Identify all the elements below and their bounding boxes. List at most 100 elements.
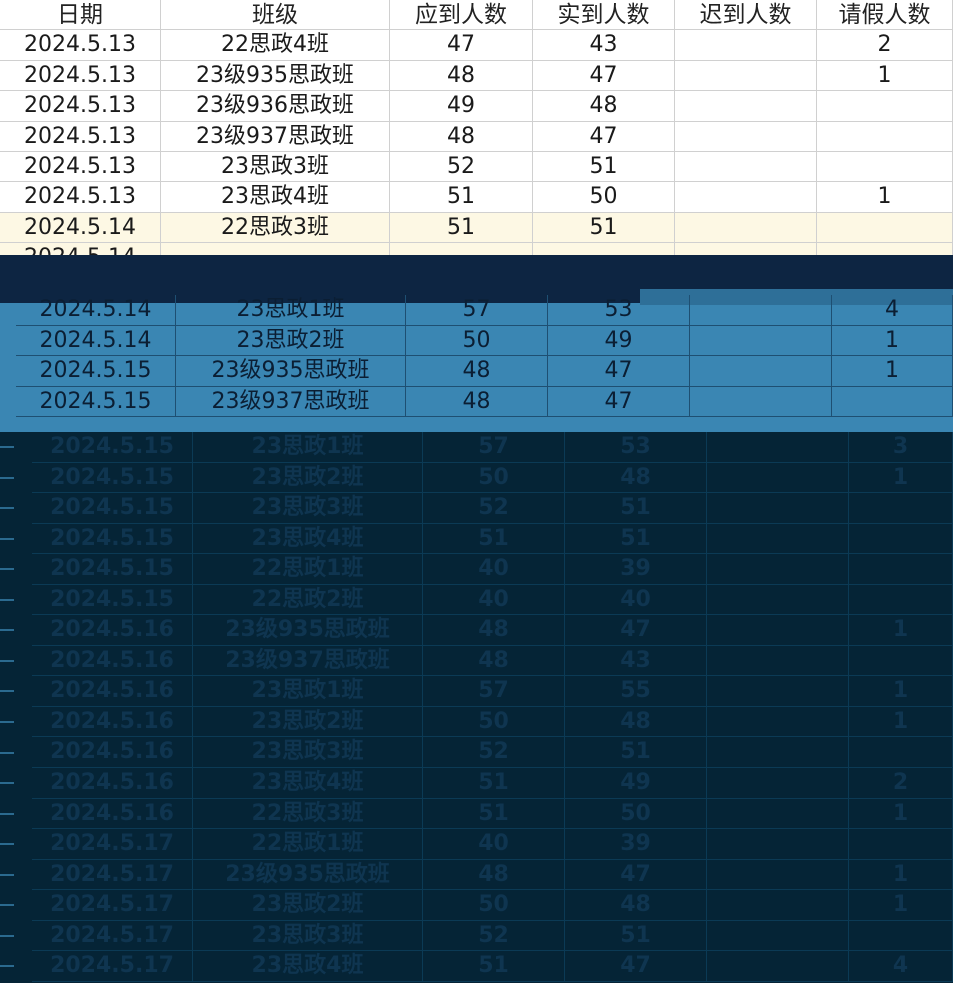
cell-expected[interactable]: 51	[423, 523, 565, 555]
cell-date[interactable]: 2024.5.16	[32, 676, 193, 707]
cell-class[interactable]: 23思政3班	[193, 493, 423, 524]
cell-leave[interactable]: 1	[849, 859, 953, 891]
cell-date[interactable]: 2024.5.15	[32, 584, 193, 616]
cell-expected[interactable]: 48	[390, 121, 533, 152]
cell-class[interactable]: 23级936思政班	[161, 91, 390, 122]
cell-present[interactable]: 53	[548, 295, 690, 326]
cell-present[interactable]: 39	[565, 554, 707, 585]
cell-date[interactable]: 2024.5.13	[0, 91, 161, 122]
cell-class[interactable]: 23思政4班	[193, 523, 423, 555]
cell-date[interactable]: 2024.5.17	[32, 951, 193, 982]
cell-present[interactable]: 51	[565, 493, 707, 524]
cell-present[interactable]: 48	[565, 890, 707, 921]
cell-class[interactable]: 23级937思政班	[193, 645, 423, 677]
cell-leave[interactable]	[849, 645, 953, 677]
cell-date[interactable]: 2024.5.15	[32, 523, 193, 555]
cell-class[interactable]: 22思政1班	[193, 829, 423, 860]
cell-class[interactable]: 23思政1班	[193, 676, 423, 707]
cell-class[interactable]: 23思政1班	[176, 295, 406, 326]
cell-date[interactable]: 2024.5.17	[32, 920, 193, 952]
cell-expected[interactable]: 51	[423, 798, 565, 830]
cell-leave[interactable]: 2	[849, 768, 953, 799]
cell-class[interactable]: 23思政2班	[193, 706, 423, 738]
cell-date[interactable]: 2024.5.16	[32, 645, 193, 677]
cell-late[interactable]	[707, 737, 849, 769]
cell-expected[interactable]: 51	[390, 182, 533, 213]
cell-present[interactable]: 51	[565, 920, 707, 952]
cell-class[interactable]: 23思政3班	[193, 737, 423, 769]
cell-date[interactable]: 2024.5.15	[32, 554, 193, 585]
cell-leave[interactable]: 1	[849, 676, 953, 707]
cell-late[interactable]	[707, 493, 849, 524]
cell-present[interactable]: 47	[565, 859, 707, 891]
header-date[interactable]: 日期	[0, 0, 161, 31]
cell-date[interactable]: 2024.5.17	[32, 829, 193, 860]
cell-class[interactable]: 22思政4班	[161, 30, 390, 61]
cell-expected[interactable]: 52	[423, 493, 565, 524]
cell-class[interactable]: 22思政1班	[193, 554, 423, 585]
cell-leave[interactable]: 4	[832, 295, 953, 326]
cell-late[interactable]	[690, 325, 832, 356]
cell-date[interactable]: 2024.5.13	[0, 121, 161, 152]
cell-late[interactable]	[707, 554, 849, 585]
cell-class[interactable]: 23级937思政班	[176, 386, 406, 417]
cell-class[interactable]: 23思政2班	[176, 325, 406, 356]
cell-leave[interactable]: 1	[832, 356, 953, 387]
cell-leave[interactable]: 4	[849, 951, 953, 982]
cell-late[interactable]	[675, 212, 817, 244]
cell-expected[interactable]: 51	[423, 768, 565, 799]
cell-present[interactable]: 47	[533, 121, 675, 152]
cell-present[interactable]: 47	[548, 356, 690, 387]
cell-expected[interactable]: 57	[406, 295, 548, 326]
cell-late[interactable]	[675, 30, 817, 61]
cell-present[interactable]: 43	[565, 645, 707, 677]
cell-expected[interactable]: 50	[406, 325, 548, 356]
cell-expected[interactable]: 48	[406, 356, 548, 387]
cell-date[interactable]: 2024.5.16	[32, 798, 193, 830]
cell-expected[interactable]: 50	[423, 462, 565, 494]
cell-date[interactable]: 2024.5.13	[0, 60, 161, 92]
cell-class[interactable]: 22思政3班	[161, 212, 390, 244]
cell-present[interactable]: 55	[565, 676, 707, 707]
cell-expected[interactable]: 49	[390, 91, 533, 122]
cell-present[interactable]: 47	[565, 615, 707, 646]
cell-present[interactable]: 49	[548, 325, 690, 356]
cell-class[interactable]: 23思政3班	[161, 151, 390, 183]
cell-date[interactable]: 2024.5.17	[32, 890, 193, 921]
cell-class[interactable]: 23思政2班	[193, 462, 423, 494]
cell-expected[interactable]: 50	[423, 706, 565, 738]
cell-present[interactable]: 53	[565, 432, 707, 463]
cell-leave[interactable]	[832, 386, 953, 417]
cell-leave[interactable]: 1	[849, 798, 953, 830]
cell-leave[interactable]: 1	[832, 325, 953, 356]
cell-late[interactable]	[690, 295, 832, 326]
cell-class[interactable]: 23思政2班	[193, 890, 423, 921]
cell-late[interactable]	[675, 91, 817, 122]
cell-date[interactable]: 2024.5.15	[16, 356, 176, 387]
cell-expected[interactable]: 57	[423, 432, 565, 463]
cell-date[interactable]: 2024.5.13	[0, 182, 161, 213]
cell-class[interactable]: 23级937思政班	[161, 121, 390, 152]
cell-present[interactable]: 40	[565, 584, 707, 616]
cell-class[interactable]: 23思政3班	[193, 920, 423, 952]
cell-class[interactable]: 22思政3班	[193, 798, 423, 830]
cell-late[interactable]	[707, 584, 849, 616]
cell-present[interactable]: 47	[565, 951, 707, 982]
cell-present[interactable]: 51	[533, 212, 675, 244]
cell-date[interactable]: 2024.5.16	[32, 615, 193, 646]
cell-late[interactable]	[675, 60, 817, 92]
cell-leave[interactable]	[849, 554, 953, 585]
cell-date[interactable]: 2024.5.16	[32, 737, 193, 769]
cell-leave[interactable]	[849, 829, 953, 860]
cell-class[interactable]: 23思政4班	[193, 768, 423, 799]
cell-date[interactable]: 2024.5.14	[16, 295, 176, 326]
cell-leave[interactable]	[817, 151, 953, 183]
cell-late[interactable]	[707, 523, 849, 555]
cell-expected[interactable]: 47	[390, 30, 533, 61]
cell-expected[interactable]: 40	[423, 554, 565, 585]
cell-expected[interactable]: 52	[423, 920, 565, 952]
cell-date[interactable]: 2024.5.17	[32, 859, 193, 891]
cell-expected[interactable]: 48	[390, 60, 533, 92]
cell-late[interactable]	[707, 676, 849, 707]
cell-expected[interactable]: 48	[406, 386, 548, 417]
